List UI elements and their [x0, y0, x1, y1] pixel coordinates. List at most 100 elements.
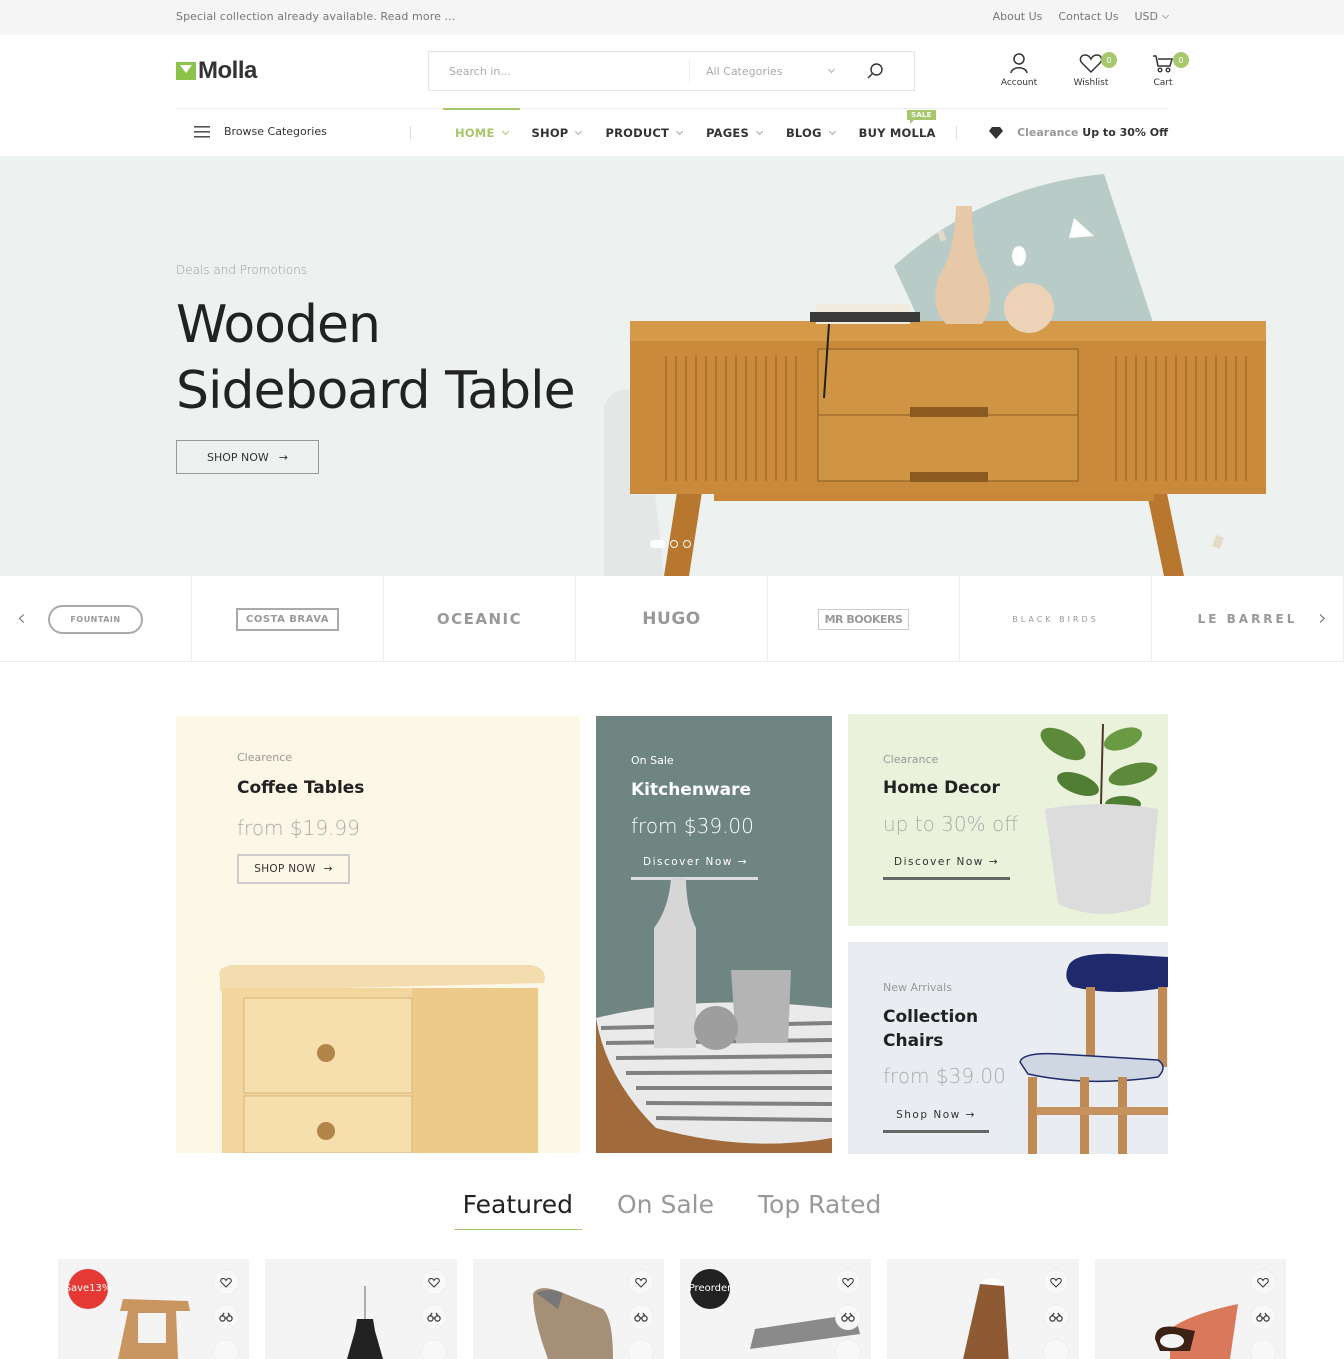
tab-on-sale[interactable]: On Sale — [608, 1190, 723, 1230]
brand-logo[interactable]: BLACK BIRDS — [960, 576, 1152, 662]
add-to-wishlist-button[interactable] — [835, 1269, 862, 1295]
account-button[interactable]: Account — [983, 52, 1055, 88]
hero-shop-now-button[interactable]: SHOP NOW → — [176, 440, 319, 474]
slider-dot-1[interactable] — [650, 540, 665, 548]
brand-logo[interactable]: OCEANIC — [384, 576, 576, 662]
compare-button[interactable] — [213, 1339, 240, 1359]
currency-select[interactable]: USD — [1134, 10, 1170, 23]
slider-dot-3[interactable] — [683, 540, 691, 548]
hero-slider: Deals and Promotions Wooden Sideboard Tab… — [0, 156, 1344, 576]
nav-pages[interactable]: PAGES — [694, 109, 774, 157]
add-to-wishlist-button[interactable] — [1249, 1269, 1276, 1295]
tab-top-rated[interactable]: Top Rated — [749, 1190, 890, 1230]
compare-button[interactable] — [1249, 1339, 1276, 1359]
brand-logo[interactable]: LE BARREL — [1152, 576, 1344, 662]
slider-dot-2[interactable] — [670, 540, 678, 548]
search-input[interactable] — [429, 52, 689, 90]
hero-image-sideboard — [604, 174, 1266, 576]
about-us-link[interactable]: About Us — [993, 10, 1043, 23]
tab-featured[interactable]: Featured — [453, 1190, 582, 1230]
arrow-right-icon: → — [965, 1109, 976, 1121]
quick-view-button[interactable] — [213, 1304, 240, 1330]
banner-discover-now-button[interactable]: Discover Now → — [883, 856, 1010, 880]
binoculars-icon — [1256, 1312, 1270, 1322]
arrow-right-icon: → — [323, 863, 333, 875]
banner-price: up to 30% off — [883, 812, 1018, 836]
add-to-wishlist-button[interactable] — [420, 1269, 447, 1295]
chevron-down-icon — [755, 127, 763, 136]
brands-carousel: FOUNTAIN COSTA BRAVA OCEANIC HUGO MR BOO… — [0, 576, 1344, 662]
search-button[interactable] — [850, 52, 900, 90]
add-to-wishlist-button[interactable] — [627, 1269, 654, 1295]
brand-name: OCEANIC — [436, 610, 523, 628]
product-card[interactable] — [887, 1259, 1079, 1359]
cart-icon — [1153, 55, 1173, 73]
contact-us-link[interactable]: Contact Us — [1058, 10, 1118, 23]
nav-buy-molla[interactable]: BUY MOLLA SALE — [847, 109, 948, 157]
brand-name: FOUNTAIN — [48, 604, 143, 634]
diamond-icon — [989, 126, 1004, 139]
banner-title-line2: Chairs — [883, 1031, 944, 1051]
wishlist-button[interactable]: 0 Wishlist — [1055, 52, 1127, 88]
compare-button[interactable] — [1042, 1339, 1069, 1359]
brand-logo[interactable]: MR BOOKERS — [768, 576, 960, 662]
logo-text: Molla — [198, 57, 257, 84]
hero-subtitle: Deals and Promotions — [176, 263, 308, 277]
cart-count-badge: 0 — [1173, 52, 1189, 68]
carousel-prev-button[interactable]: ‹ — [17, 606, 26, 631]
nav-home[interactable]: HOME — [443, 108, 520, 157]
quick-view-button[interactable] — [627, 1304, 654, 1330]
brand-logo[interactable]: FOUNTAIN — [0, 576, 192, 662]
add-to-wishlist-button[interactable] — [1042, 1269, 1069, 1295]
banner-kitchenware[interactable]: On Sale Kitchenware from $39.00 Discover… — [596, 716, 832, 1153]
add-to-wishlist-button[interactable] — [213, 1269, 240, 1295]
carousel-next-button[interactable]: › — [1318, 606, 1327, 631]
chevron-down-icon — [501, 127, 509, 136]
product-card[interactable] — [472, 1259, 664, 1359]
banner-title: Collection Chairs — [883, 1005, 978, 1053]
nav-product[interactable]: PRODUCT — [593, 109, 694, 157]
product-grid: Save 13% Pre order — [58, 1259, 1286, 1359]
compare-button[interactable] — [420, 1339, 447, 1359]
banner-home-decor[interactable]: Clearance Home Decor up to 30% off Disco… — [848, 714, 1168, 926]
banner-subtitle: On Sale — [631, 754, 674, 767]
clearance-offer: Up to 30% Off — [1082, 126, 1168, 139]
banner-shop-now-button[interactable]: Shop Now → — [883, 1109, 989, 1133]
product-card[interactable]: Pre order — [679, 1259, 872, 1359]
clearance-link[interactable]: Clearance Up to 30% Off — [989, 126, 1168, 139]
brand-logo[interactable]: COSTA BRAVA — [192, 576, 384, 662]
arrow-right-icon: → — [278, 450, 289, 464]
category-select[interactable]: All Categories — [690, 65, 850, 78]
nav-shop-label: SHOP — [531, 126, 569, 140]
product-card[interactable] — [265, 1259, 457, 1359]
nav-pages-label: PAGES — [706, 126, 749, 140]
banner-collection-chairs[interactable]: New Arrivals Collection Chairs from $39.0… — [848, 942, 1168, 1154]
nav-shop[interactable]: SHOP — [520, 109, 594, 157]
logo[interactable]: Molla — [176, 57, 257, 85]
banner-image-nightstand — [219, 965, 545, 1153]
banner-shop-now-button[interactable]: SHOP NOW → — [237, 854, 350, 884]
chevron-down-icon — [676, 127, 684, 136]
banner-price: from $39.00 — [883, 1064, 1006, 1088]
product-tabs: Featured On Sale Top Rated — [0, 1190, 1344, 1230]
browse-categories-label: Browse Categories — [224, 125, 327, 138]
binoculars-icon — [1048, 1312, 1063, 1322]
quick-view-button[interactable] — [420, 1304, 447, 1330]
promo-link[interactable]: Special collection already available. Re… — [176, 10, 455, 23]
compare-button[interactable] — [627, 1339, 654, 1359]
binoculars-icon — [426, 1312, 441, 1322]
clearance-label: Clearance — [1017, 126, 1079, 139]
banner-discover-now-button[interactable]: Discover Now → — [631, 856, 758, 880]
nav-blog[interactable]: BLOG — [774, 109, 847, 157]
heart-icon — [220, 1277, 233, 1288]
browse-categories-button[interactable]: Browse Categories — [194, 125, 327, 138]
cart-button[interactable]: 0 Cart — [1127, 52, 1199, 88]
product-image-stool — [118, 1299, 190, 1359]
header: Molla All Categories Account 0 Wishlist … — [0, 35, 1344, 108]
quick-view-button[interactable] — [1042, 1304, 1069, 1330]
product-card[interactable]: Save 13% — [58, 1259, 250, 1359]
product-card[interactable] — [1094, 1259, 1286, 1359]
quick-view-button[interactable] — [1249, 1304, 1276, 1330]
brand-logo[interactable]: HUGO — [576, 576, 768, 662]
banner-coffee-tables[interactable]: Clearence Coffee Tables from $19.99 SHOP… — [176, 716, 580, 1153]
